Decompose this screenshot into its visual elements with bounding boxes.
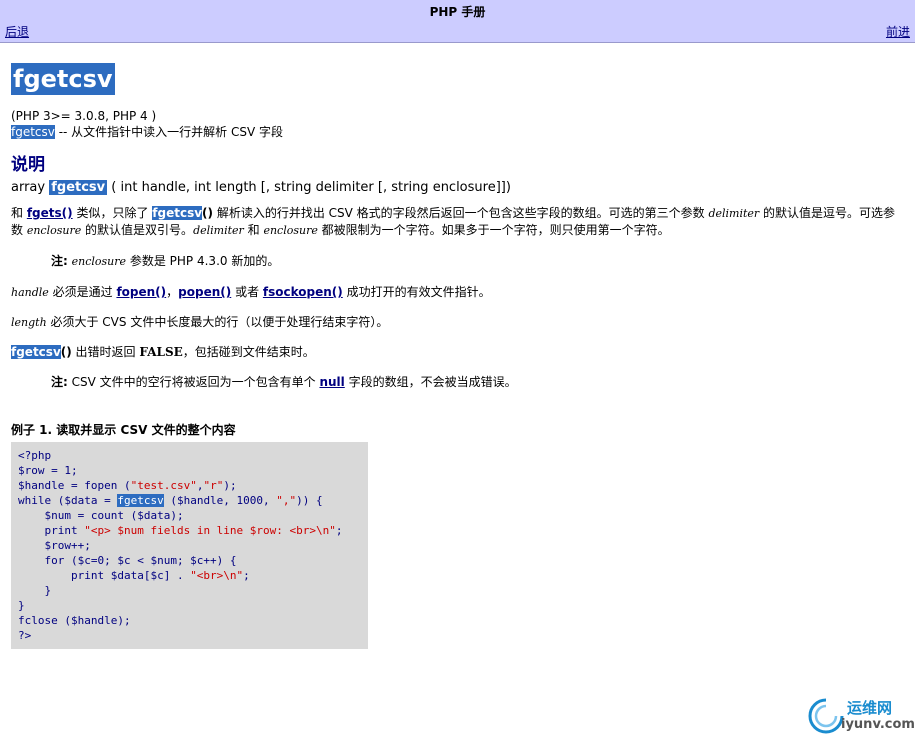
text: CSV 文件中的空行将被返回为一个包含有单个 (67, 375, 320, 389)
watermark-en: iyunv.com (841, 717, 915, 732)
page-title: PHP 手册 (429, 5, 486, 19)
code-line: print "<p> $num fields in line $row: <br… (18, 524, 343, 537)
false-constant: FALSE (139, 345, 183, 359)
param-enclosure: enclosure (26, 224, 82, 237)
code-line: <?php (18, 449, 52, 462)
text: ，包括碰到文件结束时。 (182, 345, 315, 359)
synopsis-return-type: array (11, 180, 50, 195)
text: () (202, 206, 213, 220)
watermark-logo: 运维网 iyunv.com (807, 695, 915, 739)
code-line: $num = count ($data); (18, 509, 184, 522)
code-line: ?> (18, 629, 32, 642)
function-title: fgetcsv (11, 63, 115, 95)
ref-purpose: fgetcsv -- 从文件指针中读入一行并解析 CSV 字段 (11, 124, 904, 140)
code-line: $row++; (18, 539, 91, 552)
text: ， (166, 285, 179, 299)
param-handle: handle (11, 286, 49, 299)
watermark-swirl-icon (808, 698, 844, 734)
text: 字段的数组，不会被当成错误。 (344, 375, 517, 389)
next-link[interactable]: 前进 (886, 23, 910, 40)
popen-link[interactable]: popen() (178, 285, 231, 299)
code-line: for ($c=0; $c < $num; $c++) { (18, 554, 237, 567)
purpose-text: -- 从文件指针中读入一行并解析 CSV 字段 (54, 125, 284, 139)
param-enclosure: enclosure (71, 255, 127, 268)
code-line: } (18, 599, 25, 612)
text: 参数是 PHP 4.3.0 新加的。 (126, 254, 280, 268)
handle-paragraph: handle 必须是通过 fopen()，popen() 或者 fsockope… (11, 284, 904, 301)
text: 类似，只除了 (72, 206, 153, 220)
text: 必须是通过 (48, 285, 117, 299)
code-line: } (18, 584, 52, 597)
code-line: while ($data = fgetcsv ($handle, 1000, "… (18, 494, 323, 507)
header-bar: PHP 手册 后退 前进 (0, 0, 915, 43)
version-info: (PHP 3>= 3.0.8, PHP 4 ) (11, 109, 157, 123)
description-heading: 说明 (11, 155, 45, 175)
length-paragraph: length 必须大于 CVS 文件中长度最大的行（以便于处理行结束字符）。 (11, 314, 904, 331)
fsockopen-link[interactable]: fsockopen() (263, 285, 343, 299)
text: 和 (11, 206, 27, 220)
text: 出错时返回 (71, 345, 140, 359)
code-line: print $data[$c] . "<br>\n"; (18, 569, 250, 582)
function-name-highlight: fgetcsv (11, 125, 55, 139)
null-link[interactable]: null (319, 375, 344, 389)
param-length: length (11, 316, 47, 329)
fgetcsv-highlight: fgetcsv (11, 345, 61, 359)
note-empty-lines: 注: CSV 文件中的空行将被返回为一个包含有单个 null 字段的数组，不会被… (51, 374, 904, 391)
text: 解析读入的行并找出 CSV 格式的字段然后返回一个包含这些字段的数组。可选的第三… (213, 206, 709, 220)
code-line: $handle = fopen ("test.csv","r"); (18, 479, 237, 492)
code-line: $row = 1; (18, 464, 78, 477)
text: 成功打开的有效文件指针。 (342, 285, 491, 299)
watermark-cn: 运维网 (847, 699, 893, 717)
fgets-link[interactable]: fgets() (27, 206, 73, 220)
synopsis-params: ( int handle, int length [, string delim… (107, 180, 511, 195)
example-code: <?php $row = 1; $handle = fopen ("test.c… (11, 442, 368, 649)
prev-link[interactable]: 后退 (5, 23, 29, 40)
text: 都被限制为一个字符。如果多于一个字符，则只使用第一个字符。 (317, 223, 670, 237)
synopsis: array fgetcsv ( int handle, int length [… (11, 180, 904, 195)
fgetcsv-highlight: fgetcsv (152, 206, 203, 220)
text: 或者 (231, 285, 263, 299)
note-label: 注: (51, 375, 68, 389)
example-title: 例子 1. 读取并显示 CSV 文件的整个内容 (11, 423, 236, 437)
return-paragraph: fgetcsv() 出错时返回 FALSE，包括碰到文件结束时。 (11, 344, 904, 361)
text: 和 (243, 223, 264, 237)
text: 必须大于 CVS 文件中长度最大的行（以便于处理行结束字符）。 (46, 315, 389, 329)
param-delimiter: delimiter (708, 207, 760, 220)
note-label: 注: (51, 254, 68, 268)
code-line: fclose ($handle); (18, 614, 131, 627)
param-delimiter: delimiter (193, 224, 244, 237)
text: 的默认值是双引号。 (81, 223, 194, 237)
note-enclosure: 注: enclosure 参数是 PHP 4.3.0 新加的。 (51, 253, 904, 270)
synopsis-function: fgetcsv (49, 180, 108, 195)
param-enclosure: enclosure (263, 224, 318, 237)
description-paragraph: 和 fgets() 类似，只除了 fgetcsv() 解析读入的行并找出 CSV… (11, 205, 904, 239)
fopen-link[interactable]: fopen() (116, 285, 166, 299)
text: () (60, 345, 72, 359)
main-content: fgetcsv (PHP 3>= 3.0.8, PHP 4 ) fgetcsv … (0, 43, 915, 649)
